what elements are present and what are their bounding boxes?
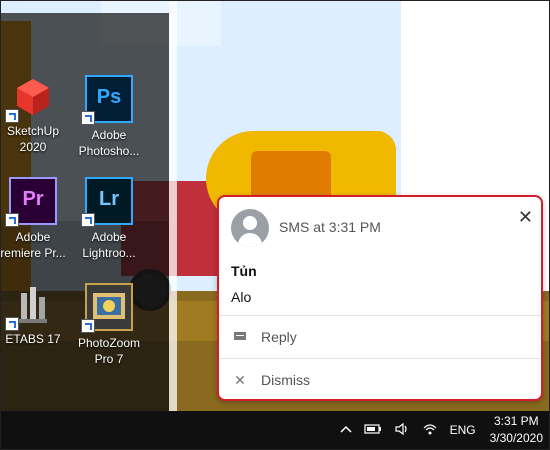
icon-label: 2020 <box>19 140 47 154</box>
close-icon[interactable]: ✕ <box>518 207 533 228</box>
battery-icon[interactable] <box>363 423 382 438</box>
notification-title: SMS at 3:31 PM <box>279 219 381 235</box>
reply-button[interactable]: Reply <box>219 317 541 357</box>
reply-label: Reply <box>261 329 297 345</box>
clock[interactable]: 3:31 PM 3/30/2020 <box>490 413 543 447</box>
desktop-icon-photozoom[interactable]: PhotoZoom Pro 7 <box>69 283 149 367</box>
divider <box>219 358 541 359</box>
dismiss-button[interactable]: ✕ Dismiss <box>219 360 541 399</box>
message-text: Alo <box>231 289 252 305</box>
desktop-icon-lightroom[interactable]: Lr Adobe Lightroo... <box>69 177 149 261</box>
sender-name: Tủn <box>231 263 257 279</box>
clock-time: 3:31 PM <box>493 414 539 428</box>
desktop-icon-photoshop[interactable]: Ps Adobe Photosho... <box>69 75 149 159</box>
sms-notification[interactable]: SMS at 3:31 PM ✕ Tủn Alo Reply ✕ Dismiss <box>217 195 543 401</box>
desktop-screen: SketchUp 2020 Ps Adobe Photosho... Pr Ad… <box>0 0 550 450</box>
shortcut-arrow-icon <box>5 109 19 123</box>
lightroom-icon: Lr <box>81 177 133 227</box>
avatar-body <box>238 233 262 247</box>
photoshop-icon: Ps <box>81 75 133 125</box>
icon-label: Adobe <box>91 230 127 244</box>
shortcut-arrow-icon <box>81 111 95 125</box>
shortcut-arrow-icon <box>5 213 19 227</box>
taskbar: ENG 3:31 PM 3/30/2020 <box>1 411 549 449</box>
icon-label: SketchUp <box>6 124 60 138</box>
icon-label: Adobe <box>91 128 127 142</box>
icon-label: Photosho... <box>78 144 140 158</box>
icon-label: ETABS 17 <box>5 332 61 346</box>
system-tray: ENG 3:31 PM 3/30/2020 <box>334 411 543 449</box>
desktop-icon-premiere[interactable]: Pr Adobe remiere Pr... <box>0 177 73 261</box>
shortcut-arrow-icon <box>81 319 95 333</box>
premiere-icon: Pr <box>5 177 57 227</box>
reply-icon <box>219 329 261 345</box>
chevron-up-icon[interactable] <box>340 423 352 437</box>
language-indicator[interactable]: ENG <box>450 423 476 437</box>
divider <box>219 315 541 316</box>
icon-label: PhotoZoom <box>77 336 141 350</box>
icon-label: remiere Pr... <box>0 246 66 260</box>
icon-label: Pro 7 <box>94 352 124 366</box>
wifi-icon[interactable] <box>422 422 438 439</box>
shortcut-arrow-icon <box>5 317 19 331</box>
wallpaper-light-strip <box>169 1 177 411</box>
dismiss-icon: ✕ <box>234 371 246 388</box>
volume-icon[interactable] <box>394 422 410 439</box>
photozoom-icon <box>81 283 133 333</box>
avatar-head <box>243 216 257 230</box>
icon-label: Lightroo... <box>82 246 136 260</box>
avatar <box>231 209 269 247</box>
desktop-icon-sketchup[interactable]: SketchUp 2020 <box>1 75 73 155</box>
icon-label: Adobe <box>15 230 51 244</box>
shortcut-arrow-icon <box>81 213 95 227</box>
sketchup-icon <box>5 75 55 123</box>
desktop-icon-etabs[interactable]: ETABS 17 <box>1 283 73 347</box>
clock-date: 3/30/2020 <box>489 431 543 445</box>
dismiss-label: Dismiss <box>261 372 310 388</box>
etabs-icon <box>5 283 55 331</box>
